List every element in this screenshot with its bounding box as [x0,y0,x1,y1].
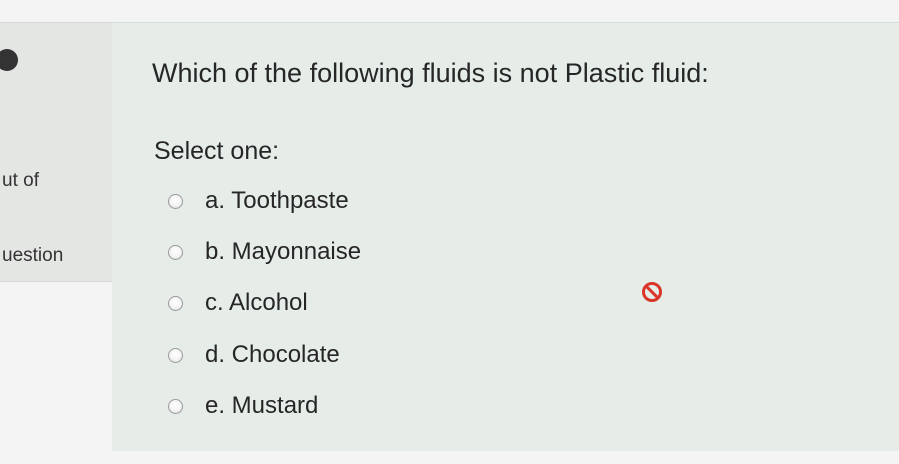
answer-label: e. Mustard [205,392,319,419]
radio-button[interactable] [168,398,183,414]
answer-option-e[interactable]: e. Mustard [168,386,488,426]
answer-label: b. Mayonnaise [205,238,362,265]
question-text: Which of the following fluids is not Pla… [152,58,709,88]
question-content-panel: Which of the following fluids is not Pla… [112,22,899,451]
answer-label: d. Chocolate [205,341,340,368]
answer-option-b[interactable]: b. Mayonnaise [168,232,488,272]
answer-option-c[interactable]: c. Alcohol [168,283,488,323]
radio-button[interactable] [168,193,183,209]
question-info-panel: ut of uestion [0,22,113,282]
select-one-prompt: Select one: [154,137,280,165]
answer-option-a[interactable]: a. Toothpaste [168,181,488,221]
incorrect-icon [642,282,662,302]
answer-label: a. Toothpaste [205,187,349,214]
radio-button[interactable] [168,244,183,260]
marks-out-of-text: ut of [2,170,39,191]
question-number-badge [0,49,18,71]
answer-label: c. Alcohol [205,289,308,316]
flag-question-link[interactable]: uestion [2,245,63,267]
radio-button[interactable] [168,347,183,363]
radio-button[interactable] [168,295,183,311]
answer-option-d[interactable]: d. Chocolate [168,335,488,375]
